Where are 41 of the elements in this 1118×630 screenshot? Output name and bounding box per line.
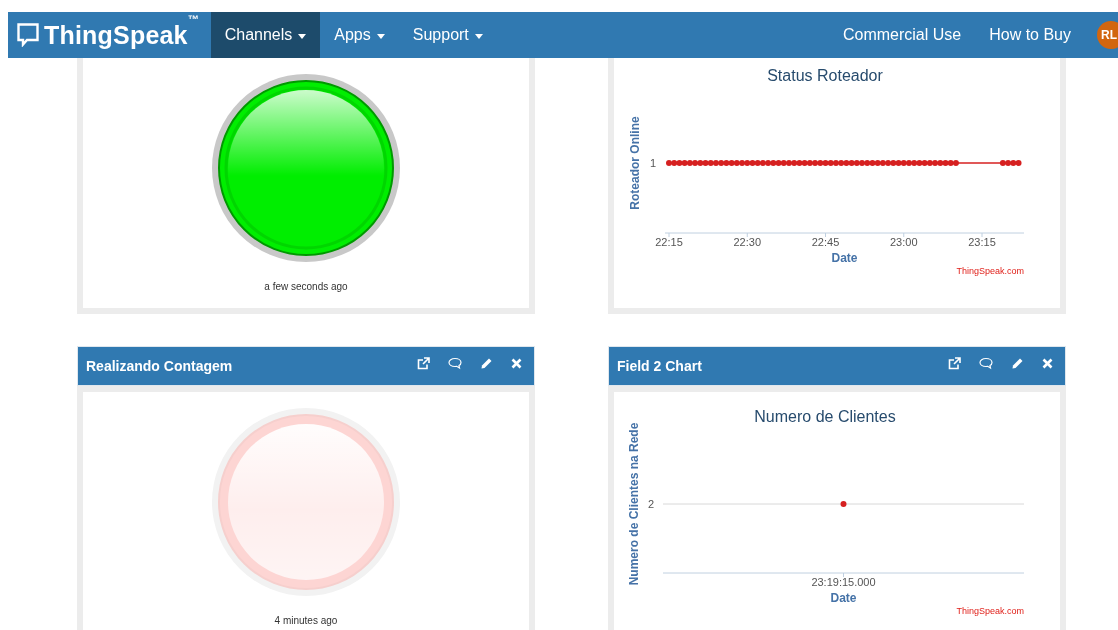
nav-link[interactable]: How to Buy: [975, 12, 1085, 58]
x-tick-label: 22:45: [811, 236, 840, 248]
chart-title: Status Roteador: [767, 67, 883, 84]
nav-menu[interactable]: Support: [398, 12, 497, 58]
x-tick-label: 23:19:15.000: [811, 576, 876, 588]
timestamp: 4 minutes ago: [274, 615, 338, 626]
x-tick-label: 22:30: [733, 236, 761, 248]
chart-title: Numero de Clientes: [754, 408, 896, 425]
y-axis-label: Roteador Online: [628, 116, 642, 210]
y-tick-label: 2: [647, 498, 654, 510]
nav-link[interactable]: Commercial Use: [828, 12, 976, 58]
x-tick-label: 23:00: [890, 236, 918, 248]
nav-menu[interactable]: Apps: [320, 12, 399, 58]
caret-icon: [298, 33, 307, 39]
x-axis-label: Date: [830, 591, 857, 605]
x-tick-label: 23:15: [968, 236, 996, 248]
caret-icon: [376, 33, 385, 39]
credit-link[interactable]: ThingSpeak.com: [956, 266, 1024, 276]
nav-menu[interactable]: Channels: [210, 12, 321, 58]
widget-title: Realizando Contagem: [86, 358, 234, 374]
timestamp: a few seconds ago: [264, 281, 348, 292]
y-tick-label: 1: [649, 157, 656, 169]
close-icon[interactable]: [1042, 357, 1053, 369]
comment-icon[interactable]: [979, 356, 993, 370]
y-axis-label: Numero de Clientes na Rede: [627, 422, 641, 586]
x-tick-label: 22:15: [655, 236, 683, 248]
caret-icon: [474, 33, 483, 39]
user-avatar[interactable]: RL: [1097, 21, 1118, 49]
pencil-icon[interactable]: [1011, 356, 1024, 370]
close-icon[interactable]: [511, 357, 522, 369]
data-point: [840, 501, 847, 507]
external-link-icon[interactable]: [948, 356, 961, 370]
x-axis-label: Date: [831, 251, 858, 265]
comment-icon[interactable]: [448, 356, 462, 370]
pencil-icon[interactable]: [480, 356, 493, 370]
credit-link[interactable]: ThingSpeak.com: [956, 606, 1024, 616]
external-link-icon[interactable]: [417, 356, 430, 370]
speech-bubble-icon: [17, 23, 39, 47]
widget-title: Field 2 Chart: [617, 358, 703, 374]
logo-text[interactable]: ThingSpeak: [44, 20, 188, 50]
trademark: ™: [187, 12, 199, 25]
